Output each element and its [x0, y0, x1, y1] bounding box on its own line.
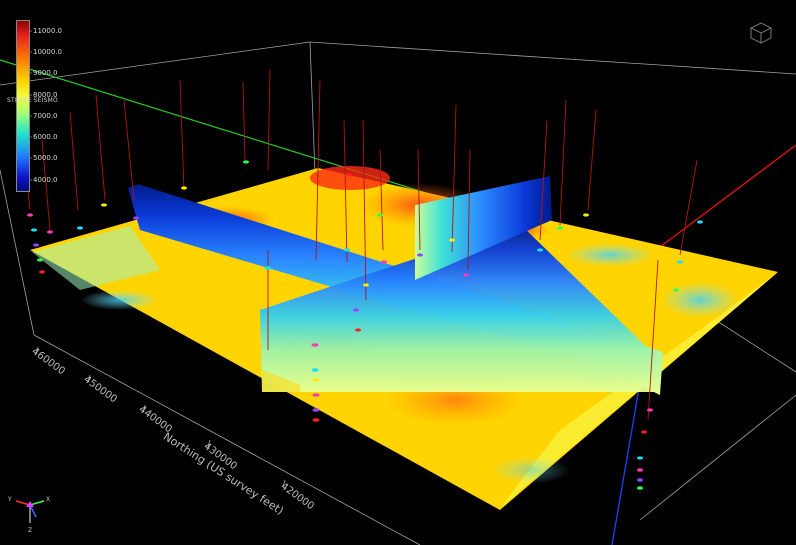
red-axis-line: [639, 144, 796, 263]
colorbar-tick: 11000.0: [33, 27, 62, 35]
3d-scene-viewport[interactable]: [0, 0, 796, 545]
colorbar-tick: 6000.0: [33, 133, 58, 141]
triad-z-label: Z: [28, 527, 32, 533]
colorbar-tick: 8000.0: [33, 91, 58, 99]
colorbar-tick: 10000.0: [33, 48, 62, 56]
triad-y-label: Y: [8, 496, 12, 503]
view-cube-icon[interactable]: [748, 20, 774, 46]
colorbar-tick: 7000.0: [33, 112, 58, 120]
triad-x-label: X: [46, 496, 50, 503]
colorbar-tick: 9000.0: [33, 69, 58, 77]
orientation-triad-icon[interactable]: Y X Z: [8, 487, 52, 533]
colorbar: [16, 20, 30, 192]
colorbar-tick: 5000.0: [33, 154, 58, 162]
colorbar-tick: 4000.0: [33, 176, 58, 184]
